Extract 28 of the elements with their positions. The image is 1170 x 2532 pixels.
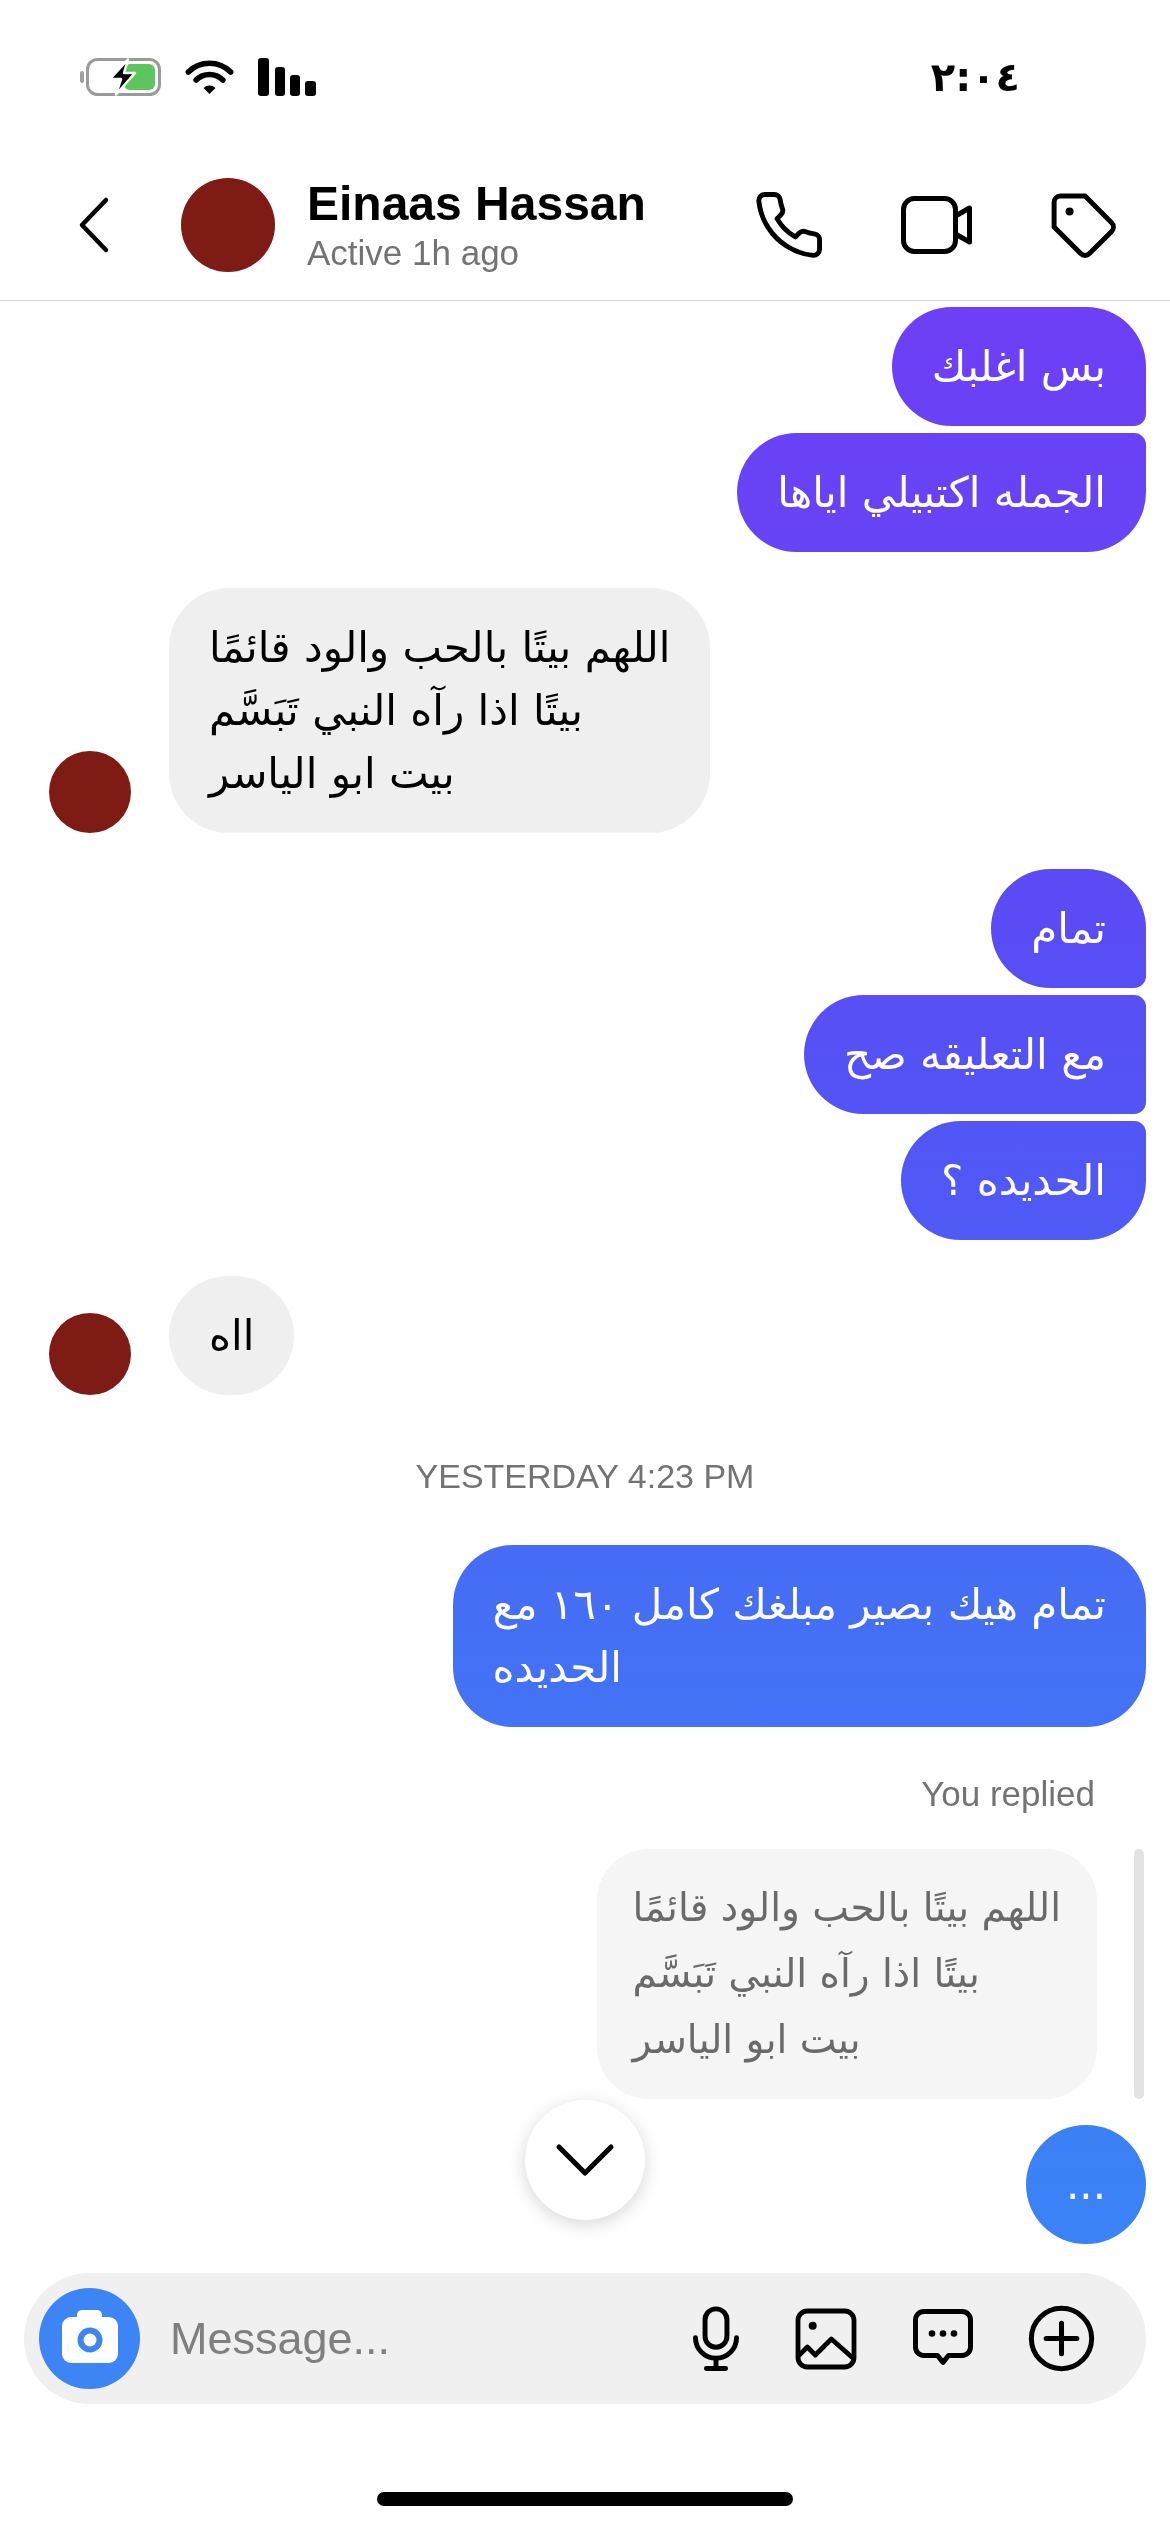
signal-icon (258, 58, 316, 96)
image-icon[interactable] (794, 2306, 858, 2371)
battery-charging-icon (80, 58, 161, 96)
message-bubble: بس اغلبك (891, 307, 1146, 426)
active-status: Active 1h ago (307, 232, 520, 274)
message-bubble: الجمله اكتبيلي اياها (737, 433, 1146, 552)
plus-circle-icon[interactable] (1028, 2305, 1095, 2372)
message-bubble: ااه (169, 1276, 295, 1395)
status-time: ٢:٠٤ (930, 56, 1020, 98)
message-bubble: الحديده ؟ (901, 1121, 1146, 1240)
message-bubble: تمام (991, 869, 1146, 988)
message-bubble: ... (1025, 2125, 1146, 2244)
message-input[interactable]: Message... (170, 2310, 690, 2367)
message-bubble: مع التعليقه صح (803, 995, 1146, 1114)
wifi-icon (185, 59, 234, 95)
message-bubble: اللهم بيتًا بالحب والود قائمًا بيتًا اذا رآه النبي تَبَسَّم بيت ابو الياسر (169, 588, 711, 833)
phone-icon[interactable] (756, 192, 822, 258)
video-camera-icon[interactable] (901, 196, 972, 254)
camera-icon[interactable] (39, 2288, 140, 2389)
contact-name: Einaas Hassan (307, 176, 646, 232)
microphone-icon[interactable] (690, 2305, 742, 2372)
back-icon[interactable] (77, 196, 111, 254)
message-bubble: تمام هيك بصير مبلغك كامل ١٦٠ مع الحديده (452, 1545, 1146, 1727)
timestamp: YESTERDAY 4:23 PM (415, 1456, 755, 1496)
quoted-message: اللهم بيتًا بالحب والود قائمًا بيتًا اذا رآه النبي تَبَسَّم بيت ابو الياسر (596, 1849, 1097, 2099)
reply-label: You replied (921, 1773, 1095, 1815)
chevron-down-icon (555, 2143, 615, 2177)
tag-icon[interactable] (1051, 192, 1116, 258)
